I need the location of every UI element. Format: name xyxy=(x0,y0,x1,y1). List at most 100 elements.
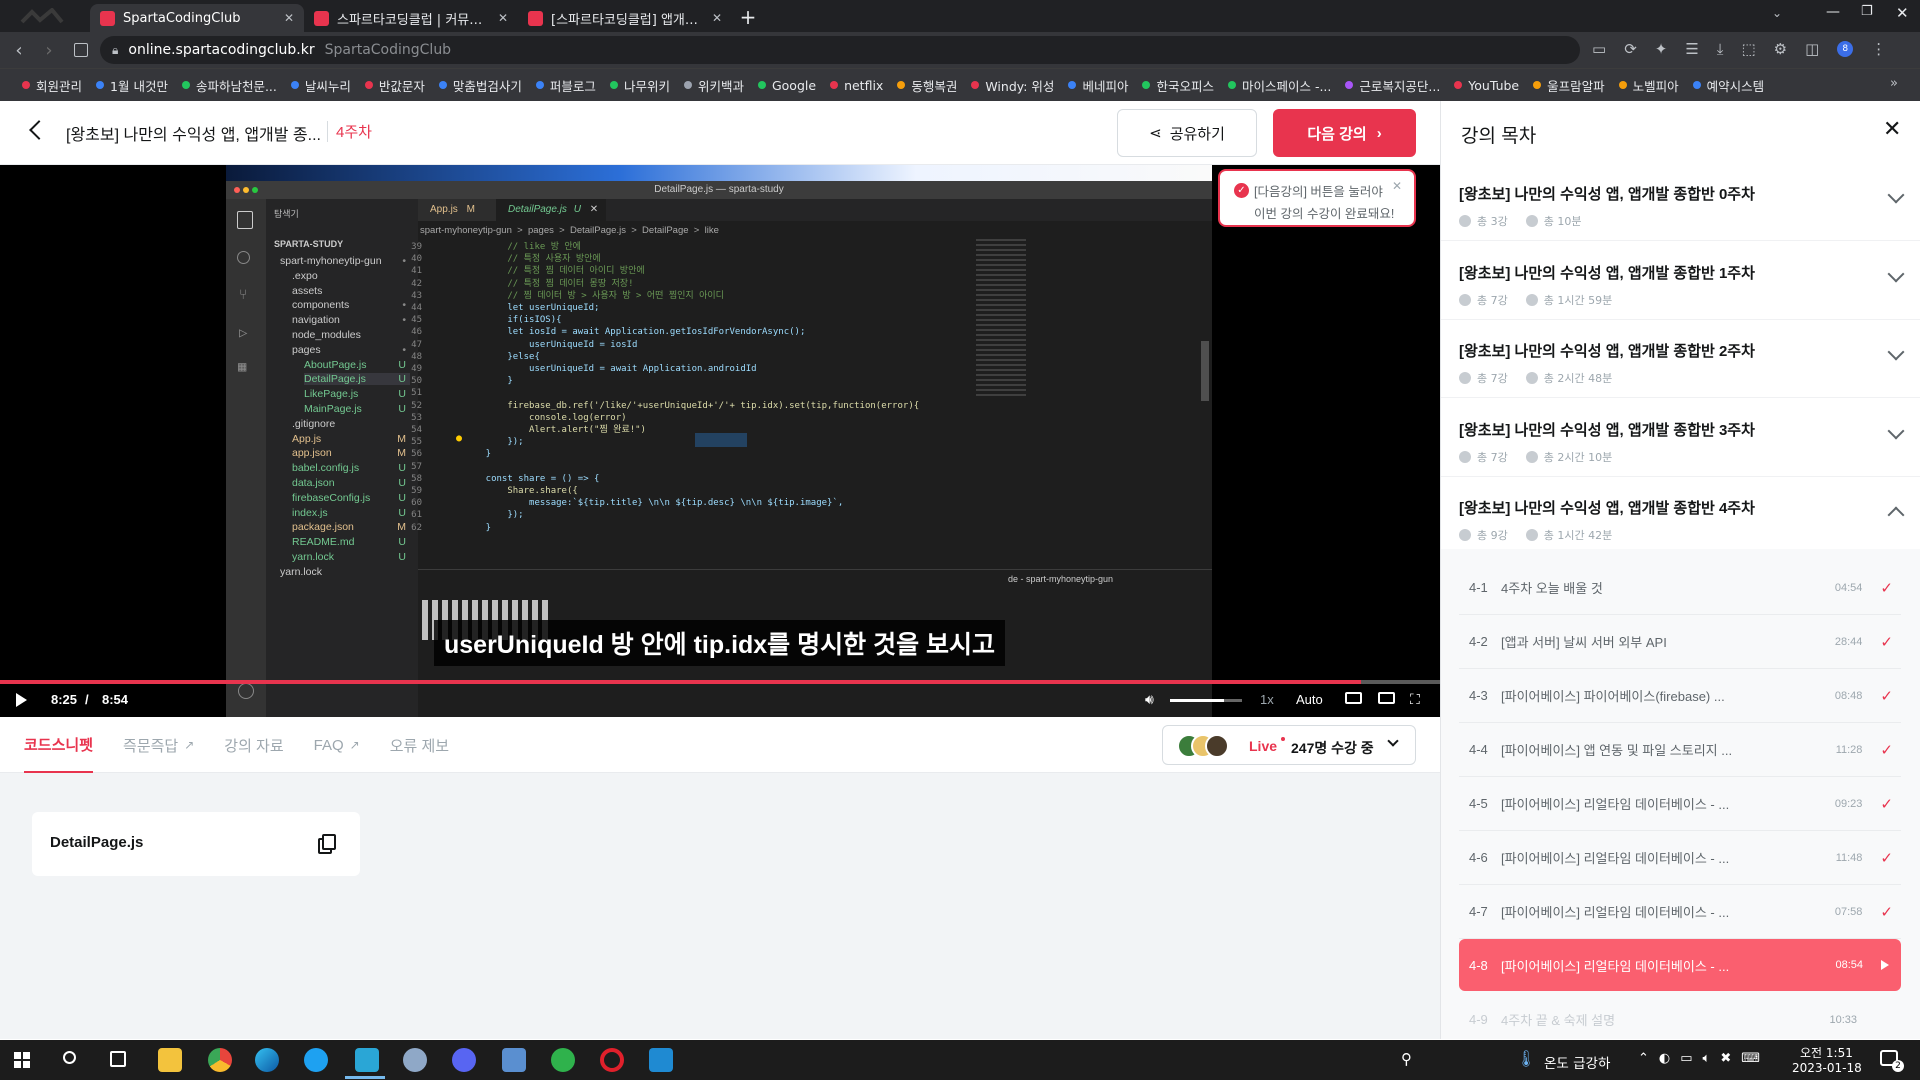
browser-tab[interactable]: [스파르타코딩클럽] 앱개발 종합 ✕ xyxy=(518,4,732,32)
browser-tab[interactable]: 스파르타코딩클럽 | 커뮤니티 ✕ xyxy=(304,4,518,32)
week-section[interactable]: [왕초보] 나만의 수익성 앱, 앱개발 종합반 2주차 총 7강 총 2시간 48… xyxy=(1441,320,1920,398)
cast-icon[interactable]: ▭ xyxy=(1592,40,1606,58)
profile-avatar[interactable]: 8 xyxy=(1837,41,1854,57)
discord-icon[interactable] xyxy=(452,1048,476,1072)
lecture-item[interactable]: 4-7 [파이어베이스] 리얼타임 데이터베이스 - ... 07:58 ✓ xyxy=(1459,885,1901,939)
bookmark-item[interactable]: 나무위키 xyxy=(609,76,670,95)
back-arrow-icon[interactable] xyxy=(29,120,49,140)
ie-icon[interactable] xyxy=(304,1048,328,1072)
chevron-down-icon[interactable] xyxy=(1887,265,1905,282)
bookmark-item[interactable]: 맞춤법검사기 xyxy=(438,76,522,95)
split-view-icon[interactable]: ◫ xyxy=(1805,40,1819,58)
paint-icon[interactable] xyxy=(403,1048,427,1072)
bookmark-item[interactable]: 날씨누리 xyxy=(290,76,351,95)
more-menu-icon[interactable]: ⋮ xyxy=(1871,40,1886,58)
bookmark-item[interactable]: 근로복지공단... xyxy=(1345,76,1440,95)
bookmark-item[interactable]: 베네피아 xyxy=(1068,76,1128,95)
bookmark-item[interactable]: Windy: 위성 xyxy=(971,76,1054,95)
weather-text[interactable]: 온도 급강하 xyxy=(1544,1052,1610,1072)
bookmark-item[interactable]: 예약시스템 xyxy=(1692,76,1764,95)
week-section[interactable]: [왕초보] 나만의 수익성 앱, 앱개발 종합반 3주차 총 7강 총 2시간 10… xyxy=(1441,399,1920,477)
clock-date[interactable]: 2023-01-18 xyxy=(1792,1061,1862,1075)
tab-close-icon[interactable]: ✕ xyxy=(284,11,294,25)
settings-icon[interactable]: ⚙ xyxy=(1774,40,1787,58)
tab-qna[interactable]: 즉문즉답 ↗ xyxy=(123,717,194,773)
lecture-item[interactable]: 4-8 [파이어베이스] 리얼타임 데이터베이스 - ... 08:54 xyxy=(1459,939,1901,991)
close-window-button[interactable]: ✕ xyxy=(1896,4,1909,22)
app-bird-icon[interactable] xyxy=(355,1048,379,1072)
lecture-item[interactable]: 4-5 [파이어베이스] 리얼타임 데이터베이스 - ... 09:23 ✓ xyxy=(1459,777,1901,831)
lecture-item[interactable]: 4-3 [파이어베이스] 파이어베이스(firebase) ... 08:48 ✓ xyxy=(1459,669,1901,723)
edge-icon[interactable] xyxy=(255,1048,279,1072)
sidebar-close-icon[interactable]: ✕ xyxy=(1883,117,1901,142)
clock-time[interactable]: 오전 1:51 xyxy=(1800,1044,1853,1061)
share-button[interactable]: ⋖ 공유하기 xyxy=(1117,109,1257,157)
chevron-down-icon[interactable] xyxy=(1887,343,1905,361)
reading-list-icon[interactable]: ☰ xyxy=(1685,40,1698,58)
week-section[interactable]: [왕초보] 나만의 수익성 앱, 앱개발 종합반 0주차 총 3강 총 10분 xyxy=(1441,163,1920,241)
pip-icon[interactable] xyxy=(1378,692,1395,704)
forward-icon[interactable]: › xyxy=(34,40,64,61)
quality-button[interactable]: Auto xyxy=(1296,692,1323,707)
bookmarks-overflow-icon[interactable]: » xyxy=(1890,76,1898,91)
week-section[interactable]: [왕초보] 나만의 수익성 앱, 앱개발 종합반 4주차 총 9강 총 1시간 42… xyxy=(1441,477,1920,555)
snippet-card[interactable]: DetailPage.js xyxy=(32,812,360,876)
captions-icon[interactable] xyxy=(1345,692,1362,704)
bookmark-item[interactable]: 퍼블로그 xyxy=(535,76,596,95)
new-tab-button[interactable]: + xyxy=(732,4,764,32)
bookmark-item[interactable]: 노벨피아 xyxy=(1618,76,1679,95)
next-lecture-button[interactable]: 다음 강의 › xyxy=(1273,109,1416,157)
fullscreen-icon[interactable]: ⛶ xyxy=(1410,691,1420,708)
chevron-up-icon[interactable] xyxy=(1887,506,1905,524)
bookmark-item[interactable]: 동행복권 xyxy=(897,76,957,95)
live-viewers-box[interactable]: Live 247명 수강 중 xyxy=(1162,725,1416,765)
vscode-icon[interactable] xyxy=(649,1048,673,1072)
lecture-item[interactable]: 4-2 [앱과 서버] 날씨 서버 외부 API 28:44 ✓ xyxy=(1459,615,1901,669)
play-icon[interactable] xyxy=(16,693,27,707)
search-taskbar-icon[interactable] xyxy=(63,1051,76,1064)
video-player[interactable]: DetailPage.js — sparta-study ⑂ ▷ ▦ 탐색기 S… xyxy=(0,165,1440,717)
lecture-item[interactable]: 4-4 [파이어베이스] 앱 연동 및 파일 스토리지 ... 11:28 ✓ xyxy=(1459,723,1901,777)
tab-faq[interactable]: FAQ ↗ xyxy=(314,717,360,773)
task-view-icon[interactable] xyxy=(110,1051,126,1067)
bookmark-item[interactable]: 한국오피스 xyxy=(1142,76,1214,95)
tab-close-icon[interactable]: ✕ xyxy=(498,11,508,25)
tab-snippet[interactable]: 코드스니펫 xyxy=(24,717,94,773)
browser-tab[interactable]: SpartaCodingClub ✕ xyxy=(90,4,304,32)
bookmark-item[interactable]: 울프람알파 xyxy=(1533,76,1605,95)
tooltip-close-icon[interactable]: ✕ xyxy=(1392,179,1402,193)
opera-icon[interactable] xyxy=(600,1048,624,1072)
restore-button[interactable]: ❐ xyxy=(1861,4,1873,19)
weather-icon[interactable]: 🌡︎ xyxy=(1516,1049,1536,1068)
people-icon[interactable]: ⚲ xyxy=(1401,1050,1412,1068)
chrome-icon[interactable] xyxy=(208,1048,232,1072)
copy-icon[interactable] xyxy=(322,834,336,850)
download-icon[interactable]: ⤓ xyxy=(1717,40,1724,58)
bookmark-item[interactable]: YouTube xyxy=(1454,78,1519,93)
week-section[interactable]: [왕초보] 나만의 수익성 앱, 앱개발 종합반 1주차 총 7강 총 1시간 59… xyxy=(1441,242,1920,320)
volume-slider[interactable] xyxy=(1170,699,1242,702)
minimize-button[interactable]: — xyxy=(1826,4,1840,20)
file-explorer-icon[interactable] xyxy=(158,1048,182,1072)
bookmark-item[interactable]: 송파하남천문... xyxy=(181,76,277,95)
bookmark-item[interactable]: 위키백과 xyxy=(683,76,744,95)
notes-icon[interactable] xyxy=(502,1048,526,1072)
reload-icon[interactable]: ⟳ xyxy=(1624,40,1637,58)
home-icon[interactable] xyxy=(74,43,88,57)
bookmark-item[interactable]: Google xyxy=(757,78,816,93)
tab-search-icon[interactable]: ⌄ xyxy=(1772,6,1782,20)
bookmark-item[interactable]: 마이스페이스 -... xyxy=(1227,76,1331,95)
extensions-icon[interactable]: ✦ xyxy=(1655,40,1668,58)
browser-menu-icon[interactable] xyxy=(0,4,90,32)
url-field[interactable]: 🔒︎ online.spartacodingclub.kr SpartaCodi… xyxy=(100,36,1580,64)
bookmark-item[interactable]: 1월 내것만 xyxy=(96,76,168,95)
tab-report[interactable]: 오류 제보 xyxy=(390,717,449,773)
bookmark-item[interactable]: 반값문자 xyxy=(364,76,425,95)
chevron-down-icon[interactable] xyxy=(1887,422,1905,439)
green-app-icon[interactable] xyxy=(551,1048,575,1072)
chevron-down-icon[interactable] xyxy=(1887,186,1905,204)
bookmark-item[interactable]: netflix xyxy=(830,78,883,93)
lecture-item[interactable]: 4-9 4주차 끝 & 숙제 설명 10:33 xyxy=(1459,993,1901,1039)
tray-icons[interactable]: ⌃◐▭🔈︎✖⌨ xyxy=(1638,1051,1770,1066)
lecture-item[interactable]: 4-6 [파이어베이스] 리얼타임 데이터베이스 - ... 11:48 ✓ xyxy=(1459,831,1901,885)
